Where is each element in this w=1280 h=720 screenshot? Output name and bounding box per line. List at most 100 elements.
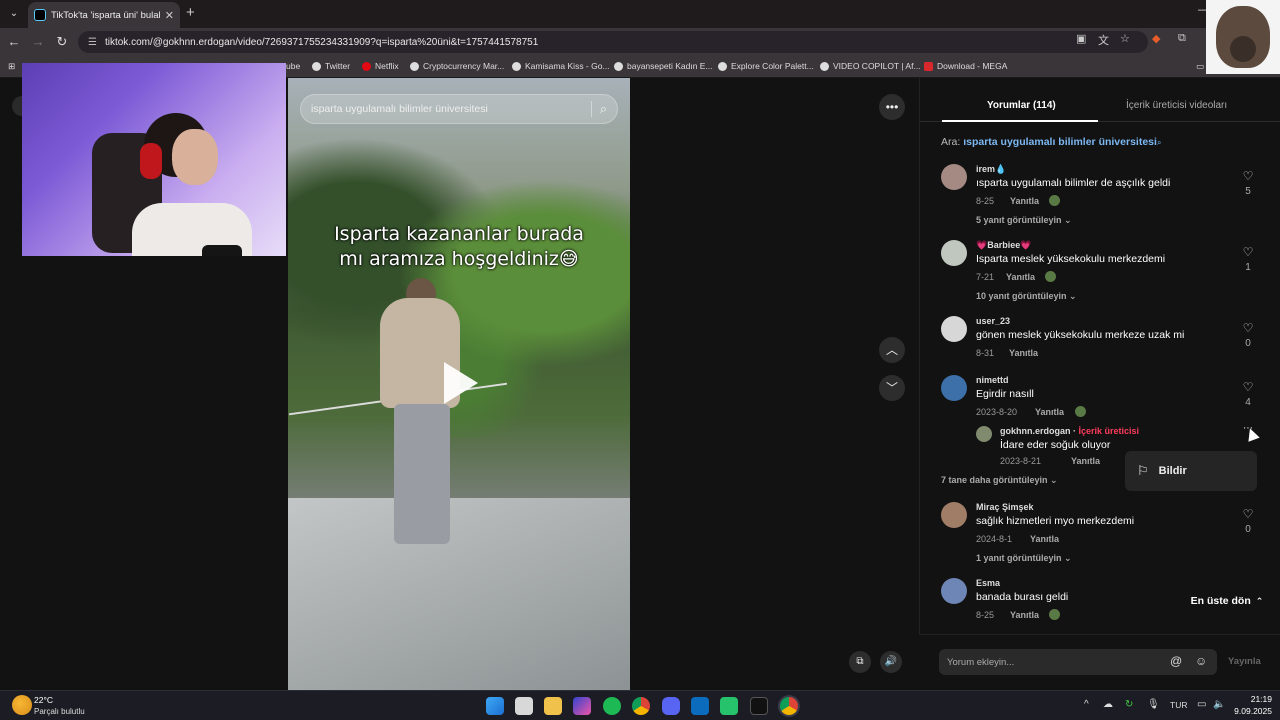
translate-icon[interactable]: 文 bbox=[1098, 32, 1109, 48]
back-arrow-icon[interactable]: ← bbox=[6, 34, 22, 49]
tab-comments[interactable]: Yorumlar (114) bbox=[987, 100, 1056, 111]
scroll-to-top-button[interactable]: En üste dön ⌃ bbox=[1184, 589, 1270, 613]
network-icon[interactable]: ▭ bbox=[1197, 699, 1206, 710]
clock-date[interactable]: 9.09.2025 bbox=[1226, 706, 1272, 716]
weather-temperature[interactable]: 22°C bbox=[34, 695, 53, 705]
reply-button[interactable]: Yanıtla bbox=[1010, 196, 1039, 206]
previous-video-chevron-up-icon[interactable]: ︿ bbox=[879, 337, 905, 363]
bookmark-item[interactable]: Cryptocurrency Mar... bbox=[410, 61, 504, 71]
view-replies-button[interactable]: 1 yanıt görüntüleyin ⌄ bbox=[976, 553, 1072, 564]
bookmark-item[interactable]: ube bbox=[286, 61, 300, 71]
search-input[interactable]: isparta uygulamalı bilimler üniversitesi bbox=[311, 103, 591, 115]
bookmark-item[interactable]: Explore Color Palett... bbox=[718, 61, 814, 71]
heart-icon[interactable]: ♡ bbox=[1242, 245, 1254, 259]
bookmark-item[interactable]: Netflix bbox=[362, 61, 399, 71]
report-menu[interactable]: ⚐ Bildir bbox=[1125, 451, 1257, 491]
tab-creator-videos[interactable]: İçerik üreticisi videoları bbox=[1126, 100, 1227, 111]
microphone-icon[interactable]: 🎙 bbox=[1147, 699, 1160, 710]
language-indicator[interactable]: TUR bbox=[1170, 700, 1187, 710]
comment-username[interactable]: user_23 bbox=[976, 316, 1010, 326]
store-icon[interactable] bbox=[691, 697, 709, 715]
avatar[interactable] bbox=[941, 375, 967, 401]
weather-icon[interactable] bbox=[12, 695, 32, 715]
start-windows-icon[interactable] bbox=[486, 697, 504, 715]
video-search-bar[interactable]: isparta uygulamalı bilimler üniversitesi… bbox=[300, 94, 618, 124]
site-info-icon[interactable]: ☰ bbox=[88, 37, 97, 48]
bookmark-item[interactable]: Download - MEGA bbox=[924, 61, 1007, 71]
heart-icon[interactable]: ♡ bbox=[1242, 380, 1254, 394]
floating-player-icon[interactable]: ⧉ bbox=[849, 651, 871, 673]
chrome-icon[interactable] bbox=[632, 697, 650, 715]
view-replies-button[interactable]: 5 yanıt görüntüleyin ⌄ bbox=[976, 215, 1072, 226]
extension-icon[interactable]: ◆ bbox=[1152, 32, 1160, 45]
comment-username[interactable]: Miraç Şimşek bbox=[976, 502, 1034, 512]
play-icon[interactable] bbox=[444, 362, 478, 404]
bookmark-item[interactable]: bayansepeti Kadın E... bbox=[614, 61, 713, 71]
post-comment-button[interactable]: Yayınla bbox=[1228, 656, 1261, 667]
comment-item: irem💧 ısparta uygulamalı bilimler de aşç… bbox=[941, 164, 1261, 228]
spotify-icon[interactable] bbox=[603, 697, 621, 715]
bookmark-star-icon[interactable]: ☆ bbox=[1120, 32, 1130, 45]
related-search[interactable]: Ara: ısparta uygulamalı bilimler ünivers… bbox=[941, 136, 1161, 148]
more-options-icon[interactable]: ••• bbox=[879, 94, 905, 120]
address-bar[interactable]: ☰ tiktok.com/@gokhnn.erdogan/video/72693… bbox=[78, 31, 1148, 53]
bookmark-item[interactable]: Kamisama Kiss - Go... bbox=[512, 61, 610, 71]
heart-icon[interactable]: ♡ bbox=[1242, 321, 1254, 335]
bookmarks-folder-icon[interactable]: ▭ bbox=[1196, 61, 1204, 72]
reply-button[interactable]: Yanıtla bbox=[1035, 407, 1064, 417]
onedrive-icon[interactable]: ☁ bbox=[1103, 699, 1113, 710]
video-player[interactable]: Isparta kazananlar burada mı aramıza hoş… bbox=[288, 78, 630, 690]
search-icon[interactable]: ⌕ bbox=[600, 101, 607, 117]
next-video-chevron-down-icon[interactable]: ﹀ bbox=[879, 375, 905, 401]
reply-button[interactable]: Yanıtla bbox=[1071, 456, 1100, 466]
heart-icon[interactable]: ♡ bbox=[1242, 169, 1254, 183]
mention-icon[interactable]: @ bbox=[1170, 654, 1182, 668]
reply-button[interactable]: Yanıtla bbox=[1010, 610, 1039, 620]
chrome-active-icon[interactable] bbox=[780, 697, 798, 715]
forward-arrow-icon[interactable]: → bbox=[30, 34, 46, 49]
app-icon[interactable] bbox=[750, 697, 768, 715]
speaker-icon[interactable]: 🔈 bbox=[1213, 699, 1225, 710]
copilot-icon[interactable] bbox=[573, 697, 591, 715]
clock-time[interactable]: 21:19 bbox=[1246, 694, 1272, 704]
reply-button[interactable]: Yanıtla bbox=[1009, 348, 1038, 358]
comment-username[interactable]: nimettd bbox=[976, 375, 1009, 385]
avatar[interactable] bbox=[941, 240, 967, 266]
weather-description[interactable]: Parçalı bulutlu bbox=[34, 707, 85, 716]
task-view-icon[interactable] bbox=[515, 697, 533, 715]
comment-username[interactable]: Esma bbox=[976, 578, 1000, 588]
apps-grid-icon[interactable]: ⊞ bbox=[8, 61, 15, 72]
discord-icon[interactable] bbox=[662, 697, 680, 715]
avatar[interactable] bbox=[941, 164, 967, 190]
bookmark-item[interactable]: Twitter bbox=[312, 61, 350, 71]
report-button[interactable]: Bildir bbox=[1159, 465, 1187, 477]
emoji-icon[interactable]: ☺ bbox=[1195, 654, 1207, 668]
reload-icon[interactable]: ↻ bbox=[54, 34, 70, 50]
view-more-replies-button[interactable]: 7 tane daha görüntüleyin ⌄ bbox=[941, 475, 1058, 486]
cast-icon[interactable]: ▣ bbox=[1076, 32, 1086, 45]
comment-username[interactable]: irem💧 bbox=[976, 164, 1006, 175]
avatar[interactable] bbox=[941, 316, 967, 342]
volume-icon[interactable]: 🔊 bbox=[880, 651, 902, 673]
extensions-puzzle-icon[interactable]: ⧉ bbox=[1178, 32, 1186, 45]
reply-button[interactable]: Yanıtla bbox=[1006, 272, 1035, 282]
tray-chevron-up-icon[interactable]: ^ bbox=[1084, 699, 1089, 710]
comment-input[interactable]: Yorum ekleyin... @ ☺ bbox=[939, 649, 1217, 675]
related-search-query[interactable]: ısparta uygulamalı bilimler üniversitesi bbox=[963, 136, 1157, 148]
avatar[interactable] bbox=[941, 502, 967, 528]
tab-close-icon[interactable]: ✕ bbox=[165, 9, 174, 22]
file-explorer-icon[interactable] bbox=[544, 697, 562, 715]
avatar[interactable] bbox=[941, 578, 967, 604]
app-icon[interactable] bbox=[720, 697, 738, 715]
reply-button[interactable]: Yanıtla bbox=[1030, 534, 1059, 544]
comment-username[interactable]: 💗Barbiee💗 bbox=[976, 240, 1031, 251]
browser-tab-active[interactable]: TikTok'ta 'isparta üni' bulabilirsi ✕ bbox=[28, 2, 180, 28]
new-tab-button[interactable]: + bbox=[186, 4, 195, 21]
sync-icon[interactable]: ↻ bbox=[1125, 699, 1133, 710]
heart-icon[interactable]: ♡ bbox=[1242, 507, 1254, 521]
tab-list-chevron-icon[interactable]: ⌄ bbox=[4, 4, 24, 24]
view-replies-button[interactable]: 10 yanıt görüntüleyin ⌄ bbox=[976, 291, 1077, 302]
avatar[interactable] bbox=[976, 426, 992, 442]
bookmark-item[interactable]: VIDEO COPILOT | Af... bbox=[820, 61, 921, 71]
reply-username[interactable]: gokhnn.erdogan bbox=[1000, 426, 1071, 436]
